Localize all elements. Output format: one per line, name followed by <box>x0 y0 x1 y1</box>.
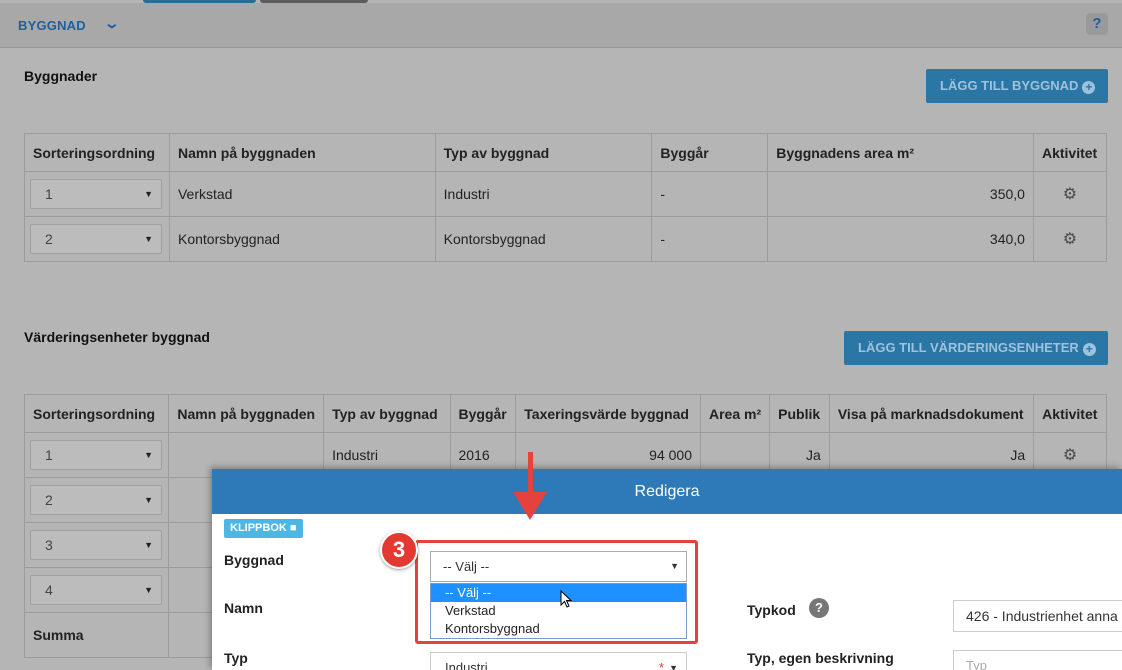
modal-title: Redigera <box>212 469 1122 514</box>
col-header[interactable]: Sorteringsordning <box>24 133 170 172</box>
add-valuation-label: LÄGG TILL VÄRDERINGSENHETER <box>858 340 1079 355</box>
clipboard-button[interactable]: KLIPPBOK ■ <box>224 519 303 538</box>
col-header[interactable]: Sorteringsordning <box>23 394 170 433</box>
col-header: Aktivitet <box>1032 133 1108 172</box>
table-row: 2 ▼ Kontorsbyggnad Kontorsbyggnad - 340,0… <box>24 216 1108 262</box>
arrow-down-icon <box>513 492 547 520</box>
add-valuation-button[interactable]: LÄGG TILL VÄRDERINGSENHETER + <box>844 331 1108 365</box>
type-desc-input[interactable]: Typ <box>953 650 1122 670</box>
table-header-row: Sorteringsordning Namn på byggnaden Typ … <box>24 133 1108 172</box>
typecode-input[interactable]: 426 - Industrienhet anna <box>953 600 1122 632</box>
valuation-title: Värderingsenheter byggnad <box>24 329 210 345</box>
plus-circle-icon: + <box>1082 81 1096 94</box>
col-header[interactable]: Taxeringsvärde byggnad <box>515 394 701 433</box>
gear-icon[interactable]: ⚙ <box>1063 447 1077 464</box>
col-header[interactable]: Byggnadens area m² <box>767 133 1034 172</box>
add-building-button[interactable]: LÄGG TILL BYGGNAD + <box>926 69 1108 103</box>
col-header[interactable]: Byggår <box>449 394 517 433</box>
order-select[interactable]: 1 ▼ <box>30 440 162 470</box>
type-desc-label: Typ, egen beskrivning <box>747 650 894 666</box>
col-header: Aktivitet <box>1033 394 1107 433</box>
cell-type: Kontorsbyggnad <box>434 216 653 262</box>
type-select[interactable]: Industri * ▼ <box>430 652 687 670</box>
cursor-icon <box>560 590 573 608</box>
gear-icon[interactable]: ⚙ <box>1063 231 1077 248</box>
sum-label: Summa <box>23 612 170 658</box>
col-header[interactable]: Namn på byggnaden <box>168 394 325 433</box>
col-header[interactable]: Publik <box>769 394 830 433</box>
type-label: Typ <box>224 650 248 666</box>
col-header[interactable]: Area m² <box>699 394 771 433</box>
order-select[interactable]: 4 ▼ <box>30 575 162 605</box>
col-header[interactable]: Namn på byggnaden <box>168 133 436 172</box>
col-header[interactable]: Typ av byggnad <box>434 133 653 172</box>
highlight-box <box>415 540 698 644</box>
typecode-label: Typkod <box>747 602 796 618</box>
col-header[interactable]: Byggår <box>651 133 769 172</box>
order-select[interactable]: 2 ▼ <box>30 485 162 515</box>
plus-circle-icon: + <box>1082 343 1096 356</box>
name-label: Namn <box>224 600 263 616</box>
cell-name: Kontorsbyggnad <box>168 216 436 262</box>
buildings-table: Sorteringsordning Namn på byggnaden Typ … <box>24 133 1108 262</box>
section-title-byggnad[interactable]: BYGGNAD <box>18 18 86 33</box>
col-header[interactable]: Visa på marknadsdokument <box>828 394 1035 433</box>
add-building-label: LÄGG TILL BYGGNAD <box>940 78 1079 93</box>
book-icon: ■ <box>289 522 297 534</box>
help-icon[interactable]: ? <box>1086 13 1108 35</box>
section-header: BYGGNAD ⌄ ? <box>0 3 1122 48</box>
order-select[interactable]: 2 ▼ <box>30 224 162 254</box>
building-label: Byggnad <box>224 552 284 568</box>
order-select[interactable]: 3 ▼ <box>30 530 162 560</box>
edit-modal: Redigera KLIPPBOK ■ Byggnad Namn Typ Ind… <box>212 469 1122 670</box>
cell-name: Verkstad <box>168 171 436 217</box>
cell-year: - <box>651 216 769 262</box>
gear-icon[interactable]: ⚙ <box>1063 186 1077 203</box>
chevron-down-icon[interactable]: ⌄ <box>104 15 120 32</box>
cell-area: 350,0 <box>767 171 1034 217</box>
order-select[interactable]: 1 ▼ <box>30 179 162 209</box>
table-row: 1 ▼ Verkstad Industri - 350,0 ⚙ <box>24 171 1108 217</box>
step-badge: 3 <box>380 531 418 569</box>
cell-type: Industri <box>434 171 653 217</box>
table-header-row: Sorteringsordning Namn på byggnaden Typ … <box>23 394 1107 433</box>
buildings-title: Byggnader <box>24 68 98 84</box>
cell-area: 340,0 <box>767 216 1034 262</box>
col-header[interactable]: Typ av byggnad <box>323 394 451 433</box>
cell-year: - <box>651 171 769 217</box>
question-icon[interactable]: ? <box>809 598 829 618</box>
